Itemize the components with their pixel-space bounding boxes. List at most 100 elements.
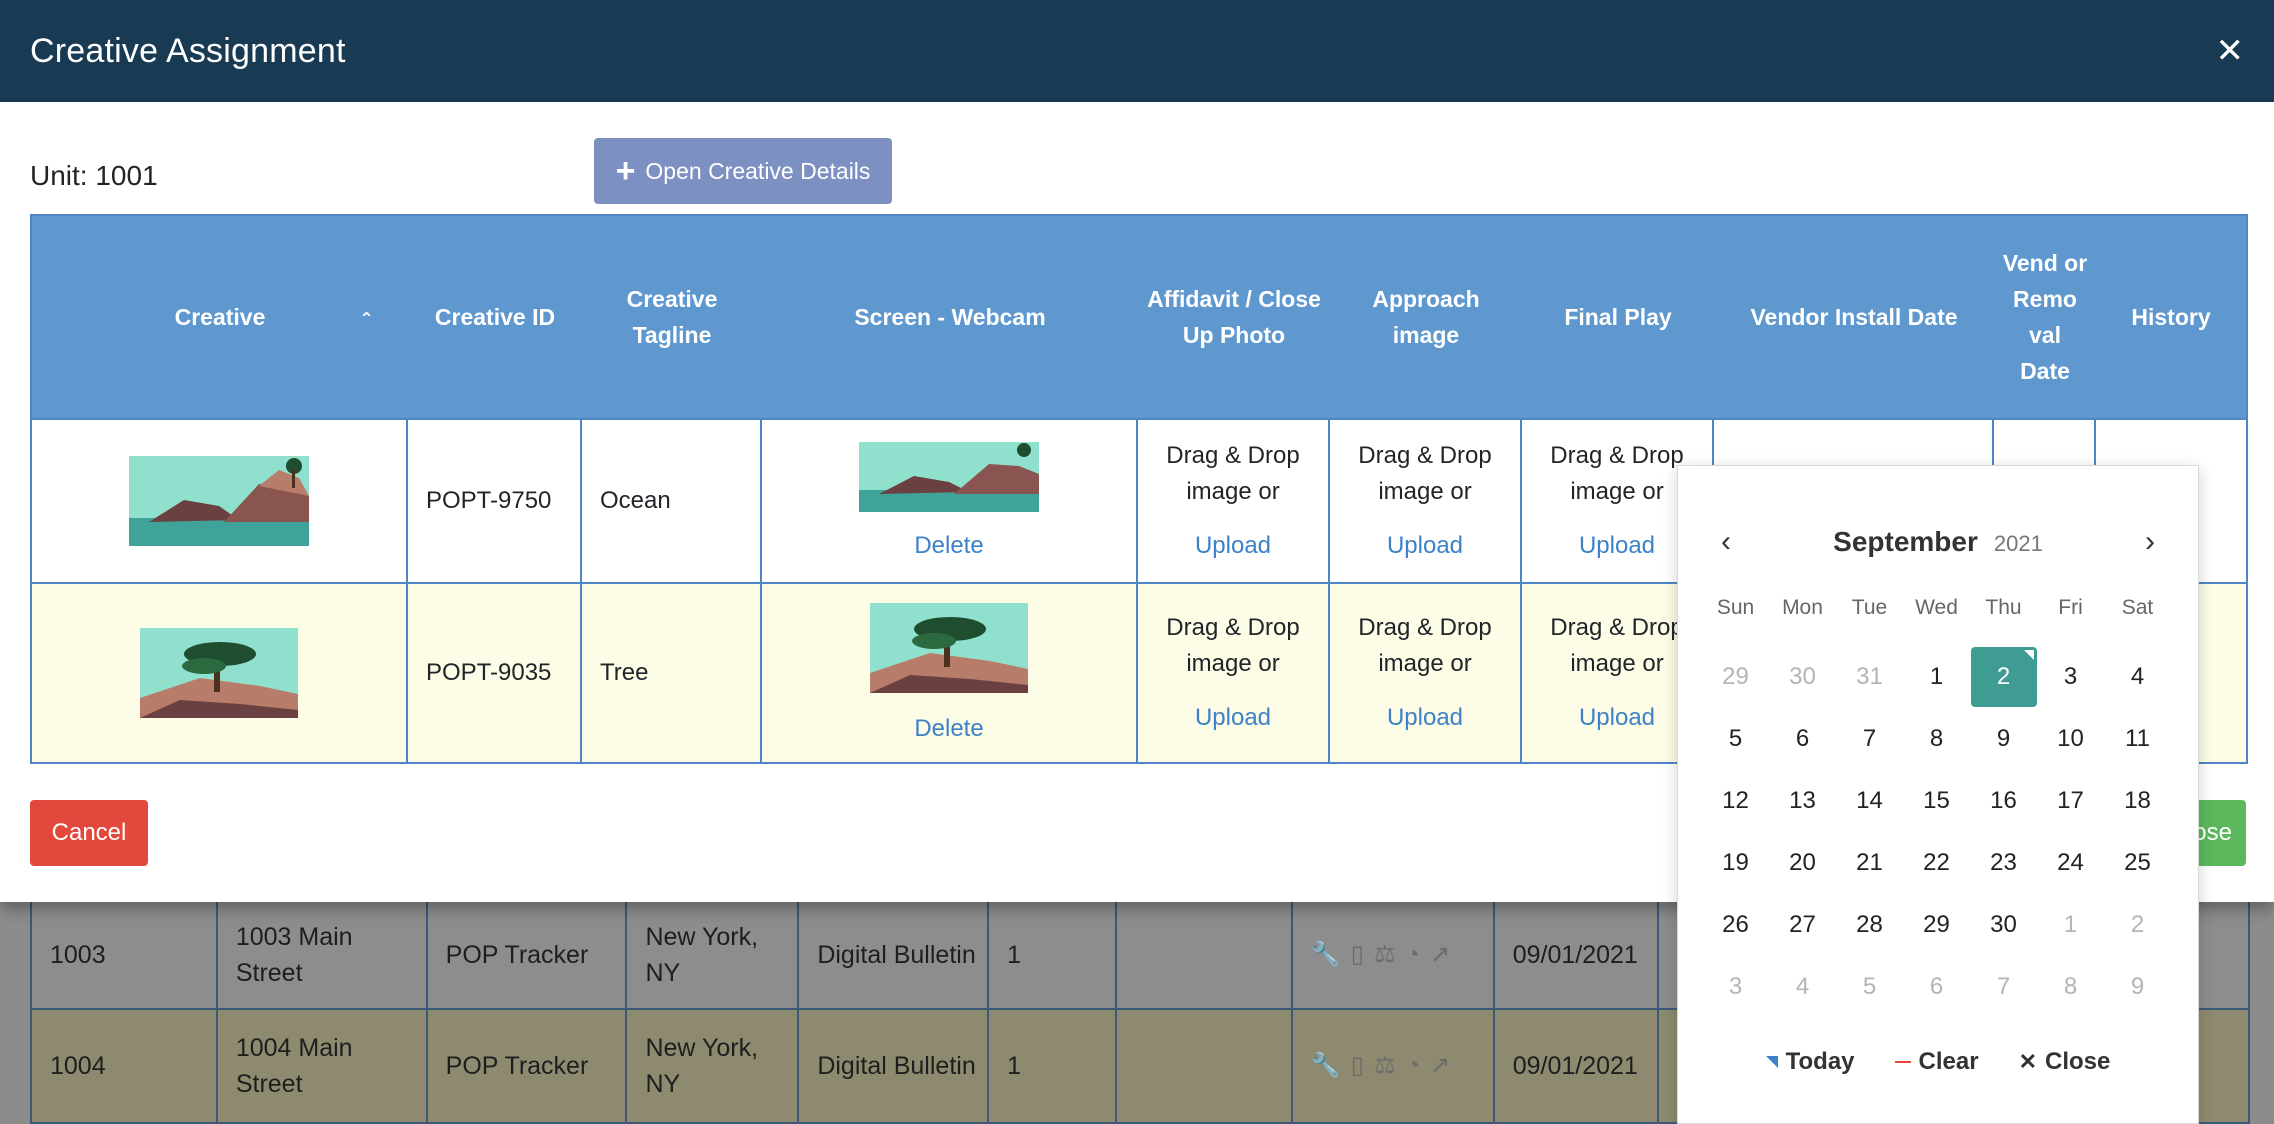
calendar-day[interactable]: 6 (1769, 708, 1836, 770)
column-header-affidavit: Affidavit / Close Up Photo (1147, 286, 1321, 348)
calendar-day-selected[interactable]: 2 (1970, 646, 2037, 708)
pie-chart-icon[interactable]: ◔ (1406, 1048, 1421, 1084)
column-header-creative[interactable]: Creative ˆ (32, 216, 408, 418)
clear-button[interactable]: Clear (1894, 1048, 1979, 1076)
calendar-day-label: 6 (1795, 725, 1810, 752)
calendar-day[interactable]: 12 (1702, 770, 1769, 832)
affidavit-dropzone[interactable]: Drag & Drop image or Upload (1138, 584, 1330, 762)
scale-icon[interactable]: ⚖ (1374, 937, 1396, 973)
dropzone-text: Drag & Drop image or (1358, 442, 1492, 505)
line-chart-icon[interactable]: ↗ (1430, 1048, 1450, 1084)
calendar-day[interactable]: 30 (1970, 894, 2037, 956)
calendar-day-label: 2 (2130, 911, 2145, 938)
open-creative-details-label: Open Creative Details (645, 157, 871, 184)
calendar-day[interactable]: 21 (1836, 832, 1903, 894)
upload-link[interactable]: Upload (1195, 700, 1271, 736)
scale-icon[interactable]: ⚖ (1374, 1048, 1396, 1084)
calendar-day[interactable]: 8 (2037, 956, 2104, 1018)
calendar-day[interactable]: 25 (2104, 832, 2171, 894)
calendar-day[interactable]: 3 (2037, 646, 2104, 708)
calendar-day[interactable]: 10 (2037, 708, 2104, 770)
upload-link[interactable]: Upload (1387, 700, 1463, 736)
upload-link[interactable]: Upload (1579, 528, 1655, 564)
weekday-label: Thu (1985, 596, 2022, 619)
day-grid: 29 30 31 1 2 3 4 5 6 7 8 9 10 11 12 13 14 15 16 17 18 19 20 21 2… (1702, 646, 2171, 1018)
approach-dropzone[interactable]: Drag & Drop image or Upload (1330, 584, 1522, 762)
calendar-day[interactable]: 23 (1970, 832, 2037, 894)
calendar-day[interactable]: 4 (1769, 956, 1836, 1018)
tree-webcam-image (870, 603, 1028, 693)
calendar-day[interactable]: 4 (2104, 646, 2171, 708)
calendar-day[interactable]: 7 (1836, 708, 1903, 770)
calendar-day[interactable]: 9 (2104, 956, 2171, 1018)
bg-city: New York, NY (627, 902, 800, 1008)
calendar-day[interactable]: 15 (1903, 770, 1970, 832)
calendar-day[interactable]: 13 (1769, 770, 1836, 832)
date-picker: ‹ September 2021 › Sun Mon Tue Wed Thu Fr… (1677, 465, 2199, 1124)
tree-creative-image (140, 628, 298, 718)
weekday-label: Sun (1716, 596, 1755, 619)
calendar-day-label: 17 (2057, 787, 2084, 814)
calendar-day[interactable]: 1 (1903, 646, 1970, 708)
calendar-day-label: 5 (1862, 973, 1877, 1000)
open-creative-details-button[interactable]: + Open Creative Details (594, 138, 892, 204)
calendar-day[interactable]: 11 (2104, 708, 2171, 770)
calendar-day[interactable]: 19 (1702, 832, 1769, 894)
calendar-day[interactable]: 30 (1769, 646, 1836, 708)
calendar-day[interactable]: 7 (1970, 956, 2037, 1018)
creative-id-cell: POPT-9750 (408, 420, 582, 582)
calendar-day[interactable]: 9 (1970, 708, 2037, 770)
close-icon[interactable]: ✕ (2216, 31, 2245, 71)
upload-link[interactable]: Upload (1387, 528, 1463, 564)
calendar-day[interactable]: 16 (1970, 770, 2037, 832)
date-picker-footer: Today Clear ✕ Close (1678, 1048, 2198, 1076)
calendar-day[interactable]: 26 (1702, 894, 1769, 956)
calendar-day[interactable]: 14 (1836, 770, 1903, 832)
upload-link[interactable]: Upload (1195, 528, 1271, 564)
affidavit-dropzone[interactable]: Drag & Drop image or Upload (1138, 420, 1330, 582)
sort-ascending-icon[interactable]: ˆ (363, 304, 370, 340)
column-header-removal-date: Vend or Remo val Date (2002, 250, 2088, 384)
wrench-icon[interactable]: 🔧 (1311, 937, 1341, 973)
mobile-icon[interactable]: ▯ (1351, 1048, 1364, 1084)
today-label: Today (1785, 1048, 1855, 1075)
wrench-icon[interactable]: 🔧 (1311, 1048, 1341, 1084)
month-year-switch[interactable]: September 2021 (1833, 526, 2043, 558)
calendar-day[interactable]: 1 (2037, 894, 2104, 956)
calendar-day[interactable]: 18 (2104, 770, 2171, 832)
mobile-icon[interactable]: ▯ (1351, 937, 1364, 973)
calendar-day[interactable]: 28 (1836, 894, 1903, 956)
calendar-day[interactable]: 31 (1836, 646, 1903, 708)
chevron-right-icon[interactable]: › (2138, 525, 2162, 559)
calendar-day-label: 15 (1923, 787, 1950, 814)
weekday-label: Mon (1782, 596, 1823, 619)
column-header-final-play: Final Play (1564, 304, 1672, 330)
bg-type: Digital Bulletin (799, 902, 990, 1008)
calendar-day[interactable]: 27 (1769, 894, 1836, 956)
calendar-day[interactable]: 29 (1903, 894, 1970, 956)
bg-product: POP Tracker (428, 1010, 628, 1122)
delete-link[interactable]: Delete (914, 532, 983, 560)
calendar-day[interactable]: 17 (2037, 770, 2104, 832)
close-picker-button[interactable]: ✕ Close (2019, 1048, 2111, 1076)
calendar-day[interactable]: 5 (1836, 956, 1903, 1018)
ocean-creative-image (129, 456, 309, 546)
calendar-day[interactable]: 2 (2104, 894, 2171, 956)
calendar-day[interactable]: 29 (1702, 646, 1769, 708)
pie-chart-icon[interactable]: ◔ (1406, 937, 1421, 973)
calendar-day[interactable]: 6 (1903, 956, 1970, 1018)
calendar-day[interactable]: 22 (1903, 832, 1970, 894)
calendar-day[interactable]: 5 (1702, 708, 1769, 770)
calendar-day-label: 4 (1795, 973, 1810, 1000)
calendar-day[interactable]: 8 (1903, 708, 1970, 770)
cancel-button[interactable]: Cancel (30, 800, 148, 866)
upload-link[interactable]: Upload (1579, 700, 1655, 736)
today-button[interactable]: Today (1765, 1048, 1855, 1076)
chevron-left-icon[interactable]: ‹ (1714, 525, 1738, 559)
delete-link[interactable]: Delete (914, 715, 983, 743)
approach-dropzone[interactable]: Drag & Drop image or Upload (1330, 420, 1522, 582)
calendar-day[interactable]: 3 (1702, 956, 1769, 1018)
line-chart-icon[interactable]: ↗ (1430, 937, 1450, 973)
calendar-day[interactable]: 24 (2037, 832, 2104, 894)
calendar-day[interactable]: 20 (1769, 832, 1836, 894)
